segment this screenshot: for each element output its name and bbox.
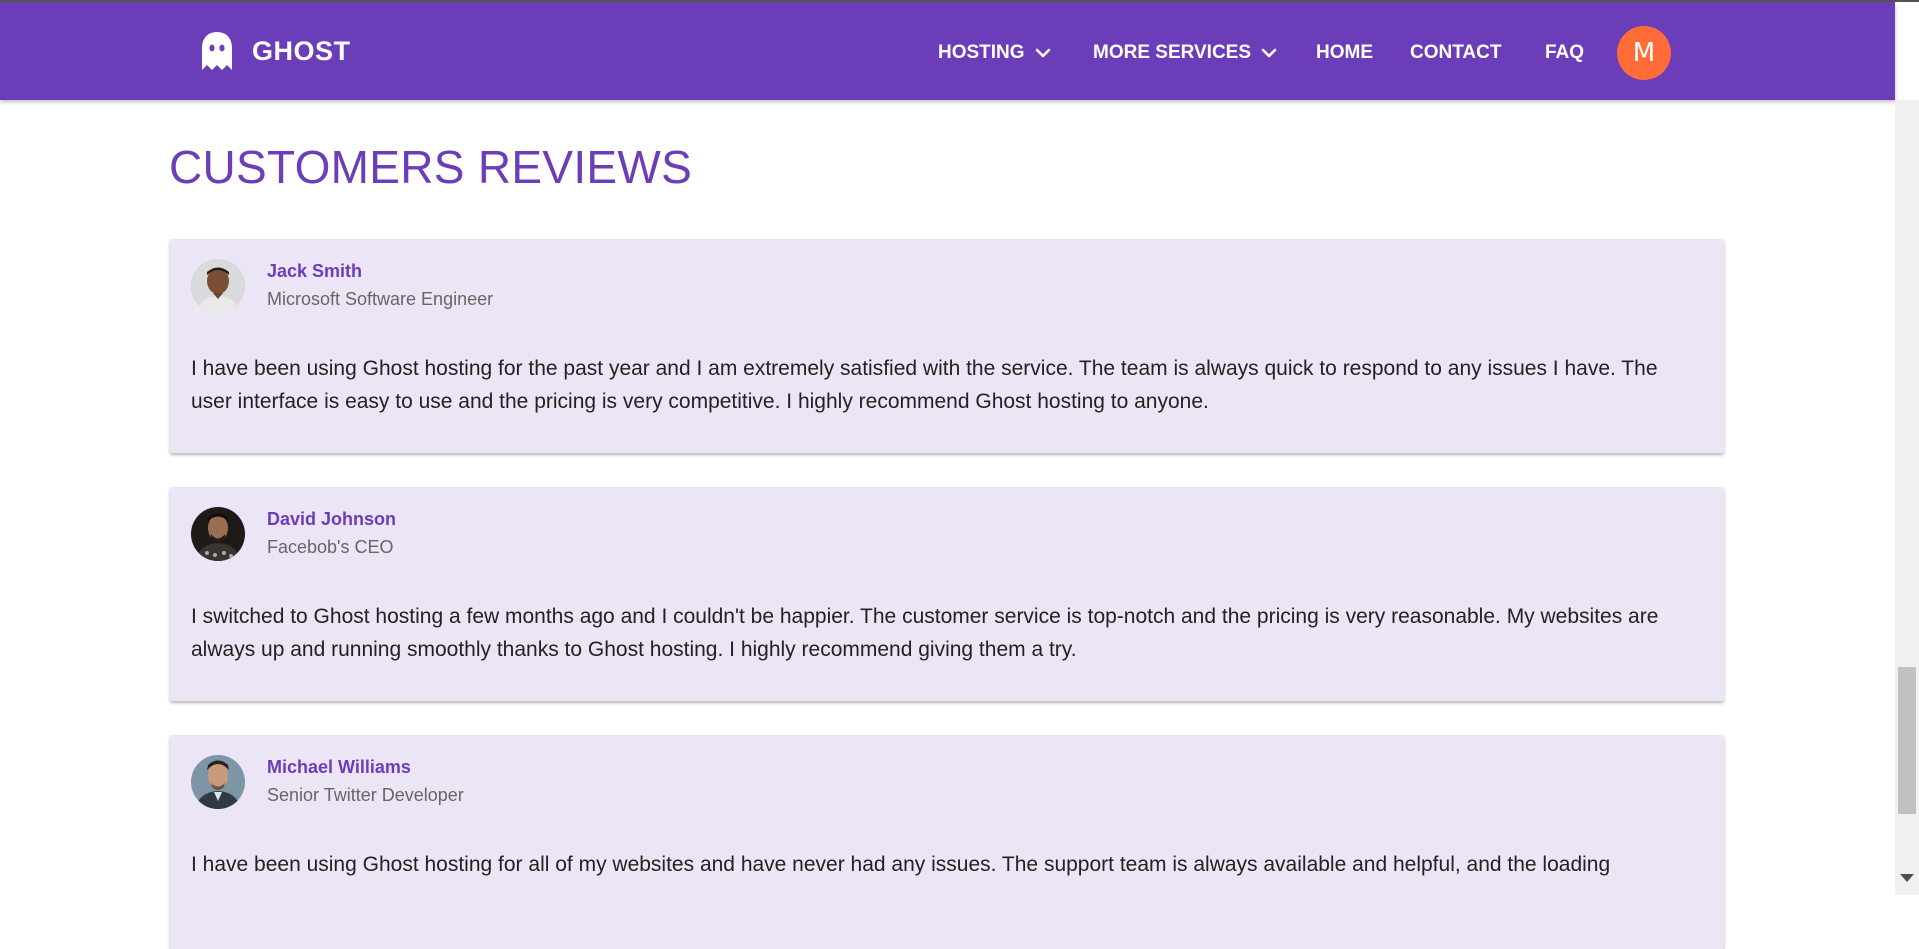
reviewer-role: Microsoft Software Engineer [267, 289, 494, 309]
review-text: I have been using Ghost hosting for all … [191, 853, 1611, 876]
nav-home[interactable]: HOME [1316, 38, 1373, 68]
reviewer-role: Senior Twitter Developer [267, 785, 464, 805]
brand-logo-link[interactable]: GHOST [200, 27, 351, 75]
review-text: I have been using Ghost hosting for the … [191, 357, 1658, 413]
avatar [191, 507, 245, 561]
nav-faq-label: FAQ [1545, 42, 1585, 63]
avatar [191, 259, 245, 313]
nav-home-label: HOME [1316, 42, 1373, 63]
brand-name: GHOST [252, 35, 351, 66]
nav-contact[interactable]: CONTACT [1410, 38, 1501, 68]
chevron-down-icon [1261, 48, 1277, 58]
review-card: David Johnson Facebob's CEO I switched t… [170, 487, 1724, 701]
reviewer-name: Michael Williams [267, 757, 411, 777]
nav-hosting-label: HOSTING [938, 42, 1025, 63]
review-card: Jack Smith Microsoft Software Engineer I… [170, 239, 1724, 453]
user-avatar-button[interactable]: M [1617, 26, 1671, 80]
reviewer-name: Jack Smith [267, 261, 363, 281]
avatar [191, 755, 245, 809]
nav-more-services[interactable]: MORE SERVICES [1093, 38, 1277, 68]
reviewer-role: Facebob's CEO [267, 537, 394, 557]
review-card: Michael Williams Senior Twitter Develope… [170, 735, 1724, 949]
review-text: I switched to Ghost hosting a few months… [191, 605, 1659, 661]
ghost-icon [200, 31, 234, 71]
nav-more-services-label: MORE SERVICES [1093, 42, 1252, 63]
top-navbar: GHOST HOSTING MORE SERVICES HOME CONTACT… [0, 2, 1895, 100]
reviewer-name: David Johnson [267, 509, 397, 529]
chevron-down-icon [1035, 48, 1051, 58]
scrollbar-thumb[interactable] [1898, 667, 1916, 814]
scroll-down-arrow-icon[interactable] [1900, 874, 1914, 882]
page-title: CUSTOMERS REVIEWS [169, 141, 693, 193]
nav-hosting[interactable]: HOSTING [938, 38, 1051, 68]
nav-faq[interactable]: FAQ [1545, 38, 1584, 68]
nav-contact-label: CONTACT [1410, 42, 1502, 63]
